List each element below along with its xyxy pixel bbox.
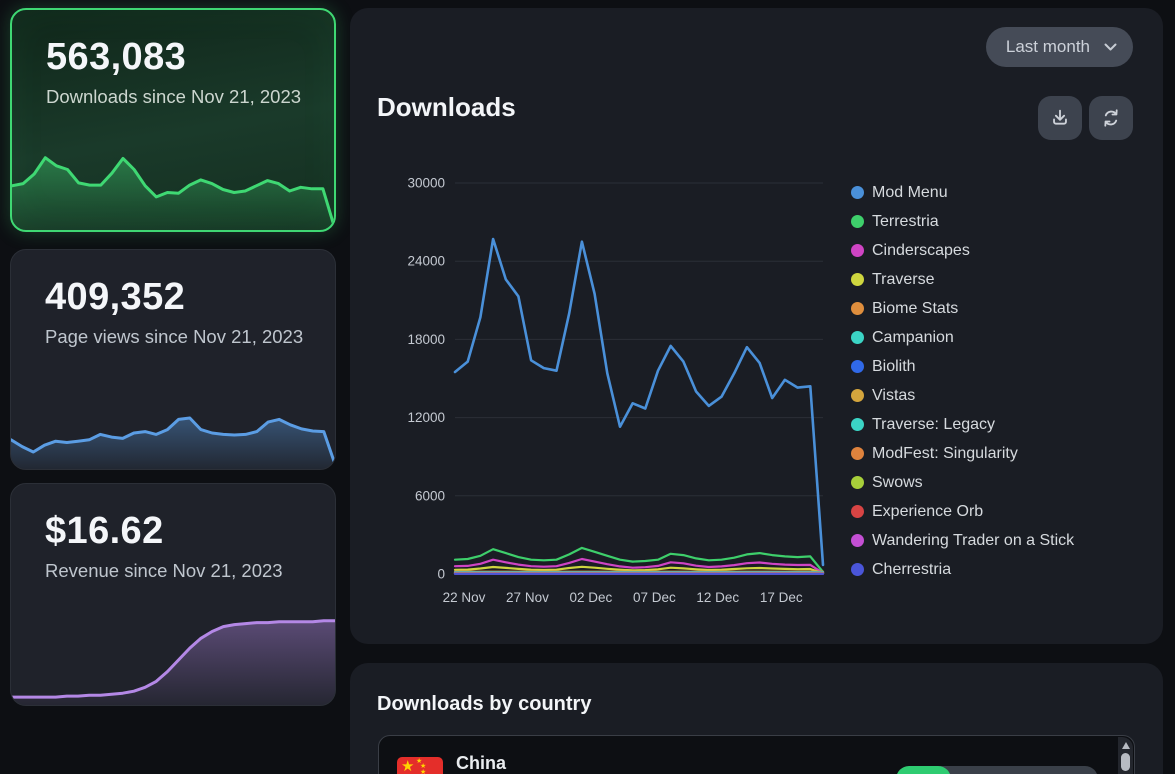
legend-dot-icon [851, 389, 864, 402]
legend-dot-icon [851, 447, 864, 460]
x-tick-label: 27 Nov [506, 590, 549, 605]
page-views-sparkline [11, 392, 335, 470]
sparkline-area [11, 621, 335, 706]
legend-dot-icon [851, 331, 864, 344]
refresh-button[interactable] [1089, 96, 1133, 140]
stat-card-revenue[interactable]: $16.62 Revenue since Nov 21, 2023 [10, 483, 336, 706]
legend-label: Experience Orb [872, 503, 983, 521]
legend-dot-icon [851, 360, 864, 373]
legend-dot-icon [851, 244, 864, 257]
legend-dot-icon [851, 302, 864, 315]
x-tick-label: 12 Dec [696, 590, 739, 605]
legend-label: Cherrestria [872, 561, 951, 579]
scrollbar-thumb[interactable] [1121, 753, 1130, 771]
legend-item[interactable]: Biome Stats [851, 294, 1074, 323]
stat-card-page-views[interactable]: 409,352 Page views since Nov 21, 2023 [10, 249, 336, 470]
country-name: China [456, 753, 506, 774]
downloads-line-chart: 0 6000 12000 18000 24000 30000 22 Nov 27 Nov 02 … [395, 170, 845, 620]
scrollbar[interactable] [1118, 737, 1133, 774]
y-tick-label: 24000 [407, 254, 445, 269]
legend-dot-icon [851, 418, 864, 431]
download-icon [1049, 107, 1071, 129]
legend-item[interactable]: Cherrestria [851, 555, 1074, 584]
legend-dot-icon [851, 563, 864, 576]
series-line [455, 239, 823, 565]
y-tick-label: 0 [437, 567, 445, 582]
legend-item[interactable]: Terrestria [851, 207, 1074, 236]
legend-label: Biolith [872, 358, 916, 376]
scroll-up-arrow-icon[interactable] [1122, 742, 1130, 749]
panel-title: Downloads [377, 92, 516, 123]
legend-label: Cinderscapes [872, 242, 970, 260]
country-bar-fill [896, 766, 951, 774]
legend-item[interactable]: Campanion [851, 323, 1074, 352]
y-tick-label: 12000 [407, 410, 445, 425]
legend-dot-icon [851, 505, 864, 518]
legend-label: Campanion [872, 329, 954, 347]
legend-label: Vistas [872, 387, 915, 405]
legend-item[interactable]: ModFest: Singularity [851, 439, 1074, 468]
downloads-panel: Last month Downloads [350, 8, 1163, 644]
chevron-down-icon [1104, 43, 1117, 52]
stat-label: Page views since Nov 21, 2023 [45, 326, 305, 349]
legend-label: Swows [872, 474, 923, 492]
legend-item[interactable]: Wandering Trader on a Stick [851, 526, 1074, 555]
country-list: ★★★ ★★ China [378, 735, 1135, 774]
stat-value: 563,083 [46, 36, 304, 79]
x-tick-label: 02 Dec [570, 590, 613, 605]
y-tick-label: 30000 [407, 176, 445, 191]
chart-legend: Mod Menu Terrestria Cinderscapes Traverse Bi… [851, 178, 1074, 584]
legend-label: Traverse [872, 271, 935, 289]
legend-dot-icon [851, 534, 864, 547]
y-tick-label: 18000 [407, 332, 445, 347]
refresh-icon [1100, 107, 1122, 129]
stat-label: Revenue since Nov 21, 2023 [45, 560, 305, 583]
legend-item[interactable]: Mod Menu [851, 178, 1074, 207]
legend-item[interactable]: Traverse: Legacy [851, 410, 1074, 439]
country-downloads-bar [896, 766, 1098, 774]
legend-label: Wandering Trader on a Stick [872, 532, 1074, 550]
legend-label: Biome Stats [872, 300, 958, 318]
legend-dot-icon [851, 273, 864, 286]
legend-label: ModFest: Singularity [872, 445, 1018, 463]
legend-dot-icon [851, 215, 864, 228]
panel-title: Downloads by country [377, 693, 591, 716]
legend-item[interactable]: Swows [851, 468, 1074, 497]
date-range-dropdown[interactable]: Last month [986, 27, 1133, 67]
stat-card-downloads[interactable]: 563,083 Downloads since Nov 21, 2023 [10, 8, 336, 232]
china-flag-icon: ★★★ ★★ [397, 757, 443, 774]
analytics-dashboard: 563,083 Downloads since Nov 21, 2023 409… [0, 0, 1175, 774]
legend-item[interactable]: Cinderscapes [851, 236, 1074, 265]
legend-label: Traverse: Legacy [872, 416, 995, 434]
y-tick-label: 6000 [415, 488, 445, 503]
legend-item[interactable]: Vistas [851, 381, 1074, 410]
revenue-sparkline [11, 598, 335, 706]
export-csv-button[interactable] [1038, 96, 1082, 140]
stat-value: $16.62 [45, 510, 305, 553]
legend-item[interactable]: Experience Orb [851, 497, 1074, 526]
downloads-by-country-panel: Downloads by country ★★★ ★★ China [350, 663, 1163, 774]
x-tick-label: 22 Nov [443, 590, 486, 605]
legend-label: Terrestria [872, 213, 939, 231]
x-tick-label: 17 Dec [760, 590, 803, 605]
x-tick-label: 07 Dec [633, 590, 676, 605]
legend-dot-icon [851, 186, 864, 199]
legend-item[interactable]: Traverse [851, 265, 1074, 294]
legend-label: Mod Menu [872, 184, 948, 202]
date-range-label: Last month [1006, 37, 1090, 57]
stat-label: Downloads since Nov 21, 2023 [46, 86, 304, 109]
downloads-sparkline [12, 147, 334, 231]
stat-value: 409,352 [45, 276, 305, 319]
legend-item[interactable]: Biolith [851, 352, 1074, 381]
legend-dot-icon [851, 476, 864, 489]
